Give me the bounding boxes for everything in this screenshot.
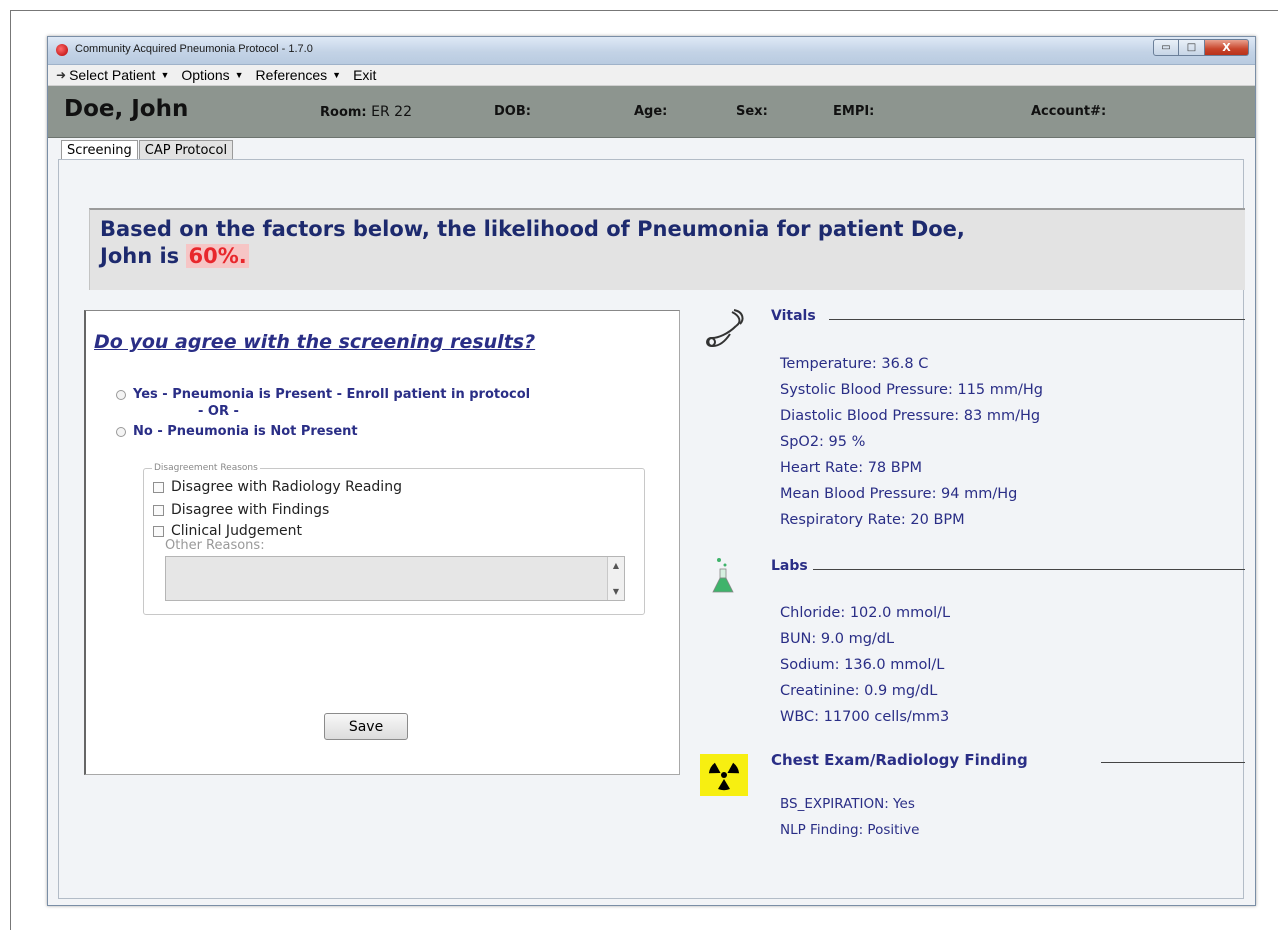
lab-item: BUN: 9.0 mg/dL [780, 631, 895, 647]
chest-exam-title: Chest Exam/Radiology Finding [771, 751, 1028, 769]
radio-button[interactable] [116, 426, 126, 437]
vital-item: Respiratory Rate: 20 BPM [780, 512, 965, 528]
vitals-title: Vitals [771, 308, 816, 324]
vital-item: Heart Rate: 78 BPM [780, 460, 922, 476]
chest-finding-item: NLP Finding: Positive [780, 822, 920, 838]
chevron-down-icon: ▼ [332, 70, 342, 80]
window-controls: ▭ □ X [1153, 39, 1249, 56]
tab-screening[interactable]: Screening [61, 140, 138, 160]
checkbox-radiology-reading[interactable]: Disagree with Radiology Reading [153, 479, 402, 495]
menu-select-patient-label: Select Patient [69, 67, 156, 83]
sex-label: Sex: [736, 104, 768, 119]
vital-item: Diastolic Blood Pressure: 83 mm/Hg [780, 408, 1041, 424]
lab-item: WBC: 11700 cells/mm3 [780, 709, 950, 725]
other-reasons-scrollbar[interactable]: ▲ ▼ [607, 557, 624, 600]
other-reasons-input[interactable]: ▲ ▼ [165, 556, 625, 601]
empi-label: EMPI: [833, 104, 875, 119]
window-title: Community Acquired Pneumonia Protocol - … [75, 43, 313, 55]
app-icon [56, 44, 68, 56]
disagreement-reasons-group: Disagreement Reasons Disagree with Radio… [143, 463, 645, 615]
vital-item: Temperature: 36.8 C [780, 356, 929, 372]
lab-flask-icon [711, 556, 735, 600]
menu-exit-label: Exit [353, 67, 377, 83]
patient-room: Room: ER 22 [320, 104, 412, 120]
labs-title: Labs [771, 558, 808, 574]
checkbox-clinical-judgement[interactable]: Clinical Judgement [153, 523, 302, 539]
other-reasons-label: Other Reasons: [165, 538, 265, 553]
chevron-down-icon: ▼ [160, 70, 170, 80]
patient-name: Doe, John [64, 96, 189, 122]
radio-yes[interactable]: Yes - Pneumonia is Present - Enroll pati… [116, 387, 530, 402]
lab-item: Creatinine: 0.9 mg/dL [780, 683, 938, 699]
radiation-icon [700, 754, 748, 796]
menu-references[interactable]: References ▼ [256, 67, 342, 83]
radio-yes-label: Yes - Pneumonia is Present - Enroll pati… [133, 387, 531, 402]
tab-strip: Screening CAP Protocol [61, 140, 234, 160]
labs-divider [813, 569, 1245, 570]
age-label: Age: [634, 104, 668, 119]
save-button[interactable]: Save [324, 713, 408, 740]
checkbox[interactable] [153, 504, 164, 516]
checkbox-findings[interactable]: Disagree with Findings [153, 502, 329, 518]
maximize-button[interactable]: □ [1179, 39, 1205, 56]
scroll-down-icon[interactable]: ▼ [613, 587, 619, 596]
tab-cap-protocol[interactable]: CAP Protocol [138, 140, 234, 160]
lab-item: Chloride: 102.0 mmol/L [780, 605, 951, 621]
chest-finding-item: BS_EXPIRATION: Yes [780, 796, 915, 812]
disagreement-reasons-legend: Disagreement Reasons [152, 463, 260, 473]
vitals-divider [829, 319, 1245, 320]
patient-header: Doe, John Room: ER 22 DOB: Age: Sex: EMP… [48, 86, 1255, 138]
menu-exit[interactable]: Exit [353, 67, 376, 83]
likelihood-text: Based on the factors below, the likeliho… [100, 216, 1000, 270]
menu-bar: ➜ Select Patient ▼ Options ▼ References … [48, 65, 1255, 86]
title-bar[interactable]: Community Acquired Pneumonia Protocol - … [48, 37, 1255, 65]
account-label: Account#: [1031, 104, 1107, 119]
screening-question: Do you agree with the screening results? [94, 331, 536, 353]
scroll-up-icon[interactable]: ▲ [613, 561, 619, 570]
screening-panel: Do you agree with the screening results?… [84, 310, 680, 775]
chest-exam-divider [1101, 762, 1245, 763]
room-label: Room: [320, 105, 367, 120]
menu-options[interactable]: Options ▼ [181, 67, 243, 83]
checkbox-label: Disagree with Findings [171, 502, 330, 518]
app-window: Community Acquired Pneumonia Protocol - … [47, 36, 1256, 906]
likelihood-percent: 60%. [186, 244, 249, 268]
vital-item: Systolic Blood Pressure: 115 mm/Hg [780, 382, 1044, 398]
minimize-button[interactable]: ▭ [1153, 39, 1179, 56]
screening-content: Based on the factors below, the likeliho… [58, 159, 1245, 899]
menu-references-label: References [255, 67, 328, 83]
close-button[interactable]: X [1205, 39, 1249, 56]
stethoscope-icon [704, 308, 746, 356]
room-value: ER 22 [371, 104, 412, 120]
dob-label: DOB: [494, 104, 531, 119]
radio-no-label: No - Pneumonia is Not Present [133, 424, 358, 439]
patient-arrow-icon: ➜ [56, 68, 67, 82]
checkbox-label: Disagree with Radiology Reading [171, 479, 402, 495]
radio-no[interactable]: No - Pneumonia is Not Present [116, 424, 358, 439]
radio-button[interactable] [116, 389, 126, 400]
chevron-down-icon: ▼ [234, 70, 244, 80]
lab-item: Sodium: 136.0 mmol/L [780, 657, 945, 673]
likelihood-banner: Based on the factors below, the likeliho… [89, 208, 1245, 290]
vital-item: SpO2: 95 % [780, 434, 866, 450]
menu-options-label: Options [181, 67, 230, 83]
menu-select-patient[interactable]: ➜ Select Patient ▼ [56, 67, 169, 83]
vital-item: Mean Blood Pressure: 94 mm/Hg [780, 486, 1018, 502]
or-separator: - OR - [198, 404, 239, 419]
checkbox[interactable] [153, 525, 164, 537]
checkbox-label: Clinical Judgement [171, 523, 302, 539]
checkbox[interactable] [153, 481, 164, 493]
